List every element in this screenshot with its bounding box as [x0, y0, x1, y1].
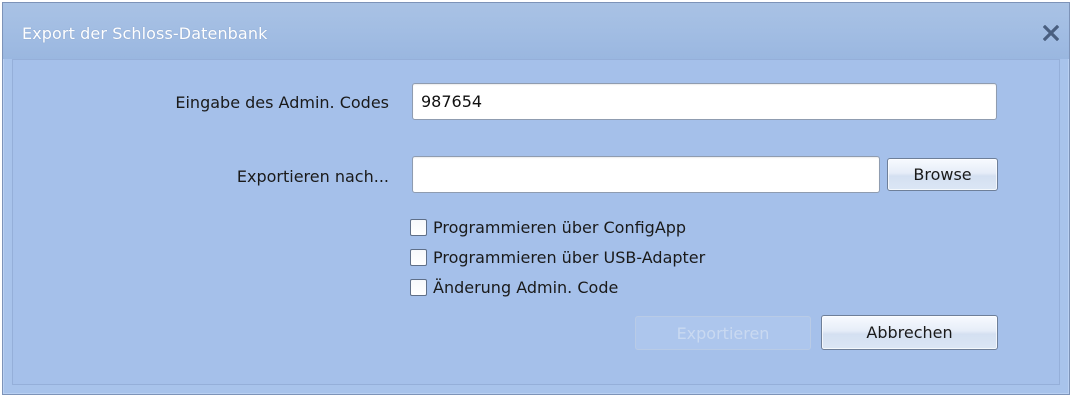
configapp-label: Programmieren über ConfigApp	[433, 217, 687, 237]
export-dialog: Export der Schloss-Datenbank Eingabe des…	[2, 2, 1070, 395]
browse-button[interactable]: Browse	[887, 158, 998, 191]
option-usb-adapter[interactable]: Programmieren über USB-Adapter	[410, 246, 705, 268]
admin-code-change-checkbox[interactable]	[410, 278, 427, 296]
cancel-button[interactable]: Abbrechen	[821, 315, 998, 350]
close-icon	[1043, 25, 1059, 41]
dialog-content: Eingabe des Admin. Codes Exportieren nac…	[12, 59, 1060, 385]
admin-code-change-label: Änderung Admin. Code	[433, 277, 619, 297]
close-button[interactable]	[1039, 21, 1063, 45]
title-bar[interactable]: Export der Schloss-Datenbank	[3, 3, 1069, 59]
export-button[interactable]: Exportieren	[635, 316, 811, 350]
configapp-checkbox[interactable]	[410, 218, 427, 236]
option-admin-code-change[interactable]: Änderung Admin. Code	[410, 276, 618, 298]
export-to-label: Exportieren nach...	[236, 167, 389, 186]
window-title: Export der Schloss-Datenbank	[22, 24, 268, 43]
usb-adapter-checkbox[interactable]	[410, 248, 427, 266]
option-configapp[interactable]: Programmieren über ConfigApp	[410, 216, 686, 238]
usb-adapter-label: Programmieren über USB-Adapter	[433, 247, 706, 267]
admin-code-input[interactable]	[412, 83, 997, 120]
admin-code-label: Eingabe des Admin. Codes	[175, 93, 389, 112]
export-path-input[interactable]	[412, 156, 880, 193]
